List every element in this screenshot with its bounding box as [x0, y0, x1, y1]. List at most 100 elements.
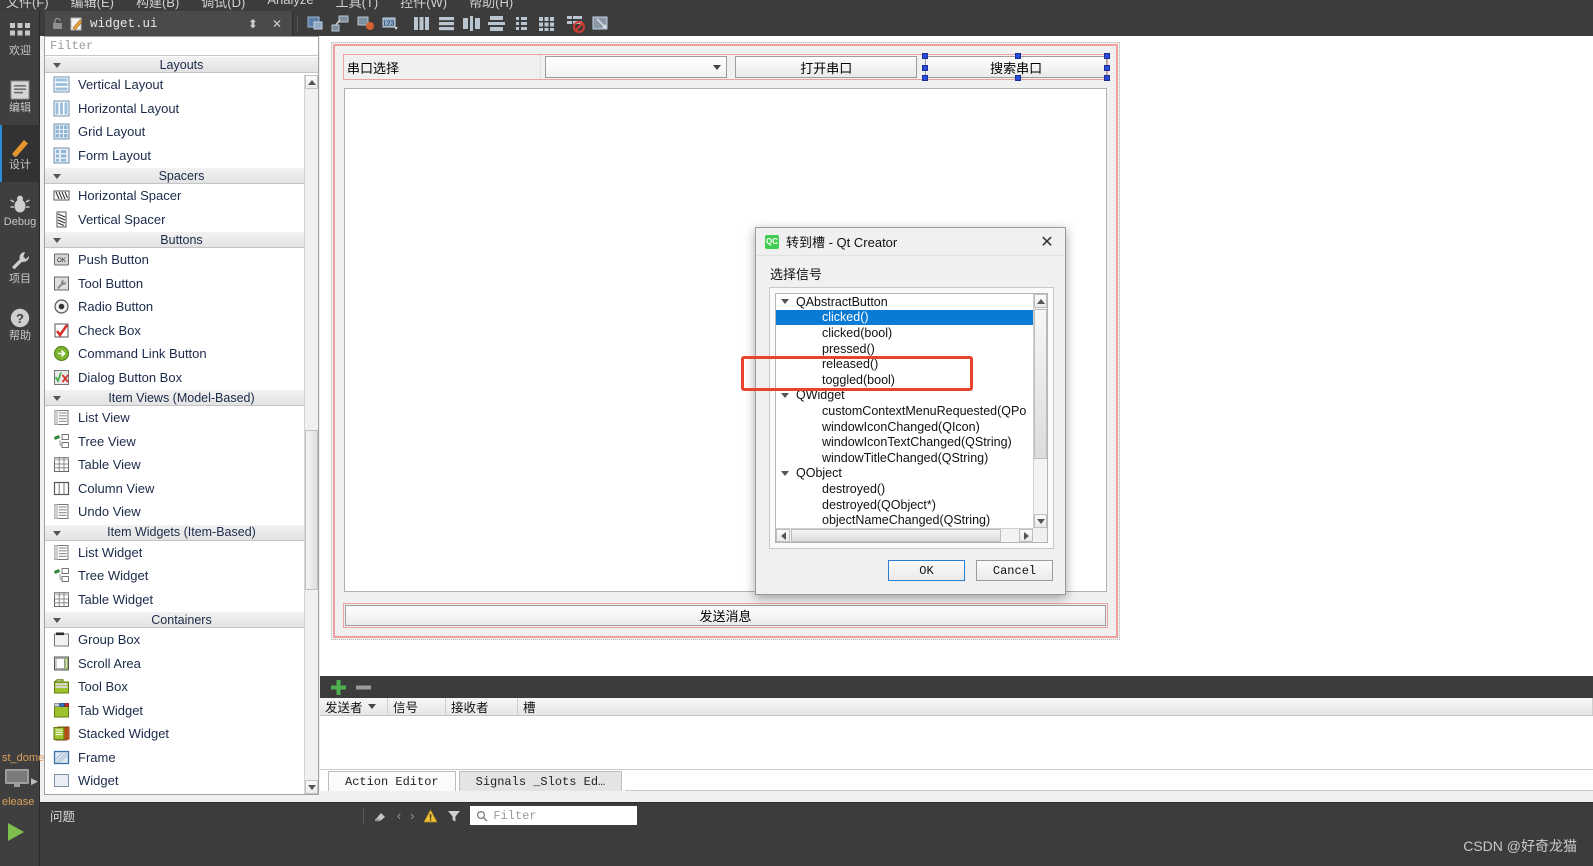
signal-leaf-node[interactable]: destroyed(QObject*) — [776, 497, 1033, 513]
clear-icon[interactable] — [373, 808, 388, 823]
resize-handle-tc[interactable] — [1015, 53, 1022, 59]
chevron-down-icon[interactable] — [781, 392, 789, 398]
widget-item-radio-button[interactable]: Radio Button — [45, 295, 318, 319]
connections-column-3[interactable]: 槽 — [518, 698, 1593, 715]
goto-slot-dialog[interactable]: QC 转到槽 - Qt Creator ✕ 选择信号 QAbstractButt… — [741, 227, 1066, 595]
widget-item-table-view[interactable]: Table View — [45, 453, 318, 477]
widget-category-item-widgets-item-based[interactable]: Item Widgets (Item-Based) — [45, 523, 318, 541]
layout-grid-button[interactable] — [537, 14, 556, 33]
widget-item-column-view[interactable]: Column View — [45, 477, 318, 501]
chevron-right-icon[interactable]: › — [410, 809, 414, 823]
issues-label[interactable]: 问题 — [50, 806, 75, 825]
widget-item-command-link-button[interactable]: Command Link Button — [45, 342, 318, 366]
signal-leaf-node[interactable]: clicked(bool) — [776, 325, 1033, 341]
kit-selector[interactable]: st_dome ▶ elease — [0, 740, 44, 866]
menu-item-3[interactable]: 调试(D) — [201, 0, 245, 11]
scroll-down-button[interactable] — [305, 780, 318, 794]
widget-item-widget[interactable]: Widget — [45, 769, 318, 793]
widget-item-undo-view[interactable]: Undo View — [45, 500, 318, 524]
adjust-size-button[interactable] — [591, 14, 610, 33]
signal-leaf-node[interactable]: windowTitleChanged(QString) — [776, 450, 1033, 466]
widget-category-item-views-model-based[interactable]: Item Views (Model-Based) — [45, 389, 318, 406]
edit-widgets-button[interactable] — [306, 14, 325, 33]
widget-item-stacked-widget[interactable]: Stacked Widget — [45, 722, 318, 746]
widget-box-filter-input[interactable]: Filter — [45, 37, 318, 56]
widget-item-check-box[interactable]: Check Box — [45, 319, 318, 343]
unlock-icon[interactable] — [51, 17, 64, 30]
kit-expand-arrow[interactable]: ▶ — [31, 776, 38, 787]
editor-file-tab[interactable]: widget.ui ⬍ ✕ — [45, 11, 293, 36]
widget-item-group-box[interactable]: Group Box — [45, 628, 318, 652]
issues-filter-input[interactable]: Filter — [470, 806, 638, 825]
resize-handle-tl[interactable] — [922, 53, 929, 59]
signal-tree[interactable]: QAbstractButton clicked() clicked(bool) pre… — [775, 293, 1048, 543]
widget-item-list-widget[interactable]: List Widget — [45, 541, 318, 565]
signal-group-node[interactable]: QWidget — [776, 388, 1033, 404]
resize-handle-mr[interactable] — [1104, 65, 1110, 71]
vscroll-thumb[interactable] — [1034, 309, 1047, 459]
signal-leaf-node[interactable]: windowIconChanged(QIcon) — [776, 419, 1033, 435]
scroll-up-button[interactable] — [305, 75, 318, 89]
edit-signals-slots-button[interactable] — [331, 14, 350, 33]
hscroll-left-button[interactable] — [776, 529, 790, 542]
menu-item-7[interactable]: 帮助(H) — [469, 0, 513, 11]
signal-leaf-node[interactable]: windowIconTextChanged(QString) — [776, 434, 1033, 450]
open-serial-button[interactable]: 打开串口 — [735, 56, 918, 78]
vscroll-up-button[interactable] — [1034, 294, 1047, 308]
signal-leaf-node[interactable]: destroyed() — [776, 481, 1033, 497]
widget-item-grid-layout[interactable]: Grid Layout — [45, 120, 318, 144]
layout-vertical-splitter-button[interactable] — [487, 14, 506, 33]
widget-item-list-view[interactable]: List View — [45, 406, 318, 430]
signal-leaf-node[interactable]: toggled(bool) — [776, 372, 1033, 388]
widget-item-horizontal-layout[interactable]: Horizontal Layout — [45, 97, 318, 121]
widget-item-scroll-area[interactable]: Scroll Area — [45, 652, 318, 676]
resize-handle-bc[interactable] — [1015, 75, 1022, 81]
plus-icon[interactable] — [330, 679, 347, 696]
edit-buddies-button[interactable] — [356, 14, 375, 33]
mode-item-debug-bug[interactable]: Debug — [0, 182, 40, 239]
signal-leaf-node[interactable]: released() — [776, 356, 1033, 372]
search-serial-button[interactable]: 搜索串口 — [922, 53, 1110, 81]
widget-item-tool-box[interactable]: Tool Box — [45, 675, 318, 699]
chevron-left-icon[interactable]: ‹ — [397, 809, 401, 823]
dialog-close-icon[interactable]: ✕ — [1033, 230, 1061, 254]
signal-tree-hscrollbar[interactable] — [776, 528, 1033, 542]
widget-item-horizontal-spacer[interactable]: Horizontal Spacer — [45, 184, 318, 208]
widget-box-scrollbar[interactable] — [304, 75, 318, 794]
widget-item-dialog-button-box[interactable]: Dialog Button Box — [45, 366, 318, 390]
widget-item-frame[interactable]: Frame — [45, 746, 318, 770]
layout-horizontally-button[interactable] — [412, 14, 431, 33]
layout-vertically-button[interactable] — [437, 14, 456, 33]
menu-item-0[interactable]: 文件(F) — [6, 0, 49, 11]
menu-item-6[interactable]: 控件(W) — [400, 0, 447, 11]
widget-item-tab-widget[interactable]: Tab Widget — [45, 699, 318, 723]
mode-item-design-pencil[interactable]: 设计 — [0, 125, 40, 182]
layout-horizontal-splitter-button[interactable] — [462, 14, 481, 33]
minus-icon[interactable] — [355, 679, 372, 696]
edit-tab-order-button[interactable]: 123 — [381, 14, 400, 33]
chevron-down-icon[interactable] — [781, 299, 789, 305]
layout-form-button[interactable] — [512, 14, 531, 33]
signal-group-node[interactable]: QAbstractButton — [776, 294, 1033, 310]
connections-table[interactable]: 发送者 信号 接收者 槽 — [320, 698, 1593, 771]
signal-tree-vscrollbar[interactable] — [1033, 294, 1047, 528]
hscroll-thumb[interactable] — [791, 529, 1001, 542]
widget-category-containers[interactable]: Containers — [45, 611, 318, 628]
widget-item-push-button[interactable]: OK Push Button — [45, 248, 318, 272]
signal-leaf-node[interactable]: objectNameChanged(QString) — [776, 512, 1033, 528]
cancel-button[interactable]: Cancel — [976, 560, 1053, 581]
widget-item-table-widget[interactable]: Table Widget — [45, 588, 318, 612]
form-top-row-layout[interactable]: 串口选择 打开串口 搜索串口 — [343, 53, 1110, 81]
widget-box-list[interactable]: Layouts Vertical Layout Horizontal Layout G… — [45, 56, 318, 794]
vscroll-down-button[interactable] — [1034, 514, 1047, 528]
resize-handle-br[interactable] — [1104, 75, 1110, 81]
mode-item-projects-wrench[interactable]: 项目 — [0, 239, 40, 296]
break-layout-button[interactable] — [566, 14, 585, 33]
connections-column-1[interactable]: 信号 — [388, 698, 446, 715]
form-bottom-row-layout[interactable]: 发送消息 — [343, 603, 1108, 628]
mode-item-help-question[interactable]: ? 帮助 — [0, 296, 40, 353]
signal-leaf-node[interactable]: clicked() — [776, 309, 1033, 326]
signal-leaf-node[interactable]: pressed() — [776, 341, 1033, 357]
widget-category-layouts[interactable]: Layouts — [45, 56, 318, 73]
widget-item-vertical-layout[interactable]: Vertical Layout — [45, 73, 318, 97]
